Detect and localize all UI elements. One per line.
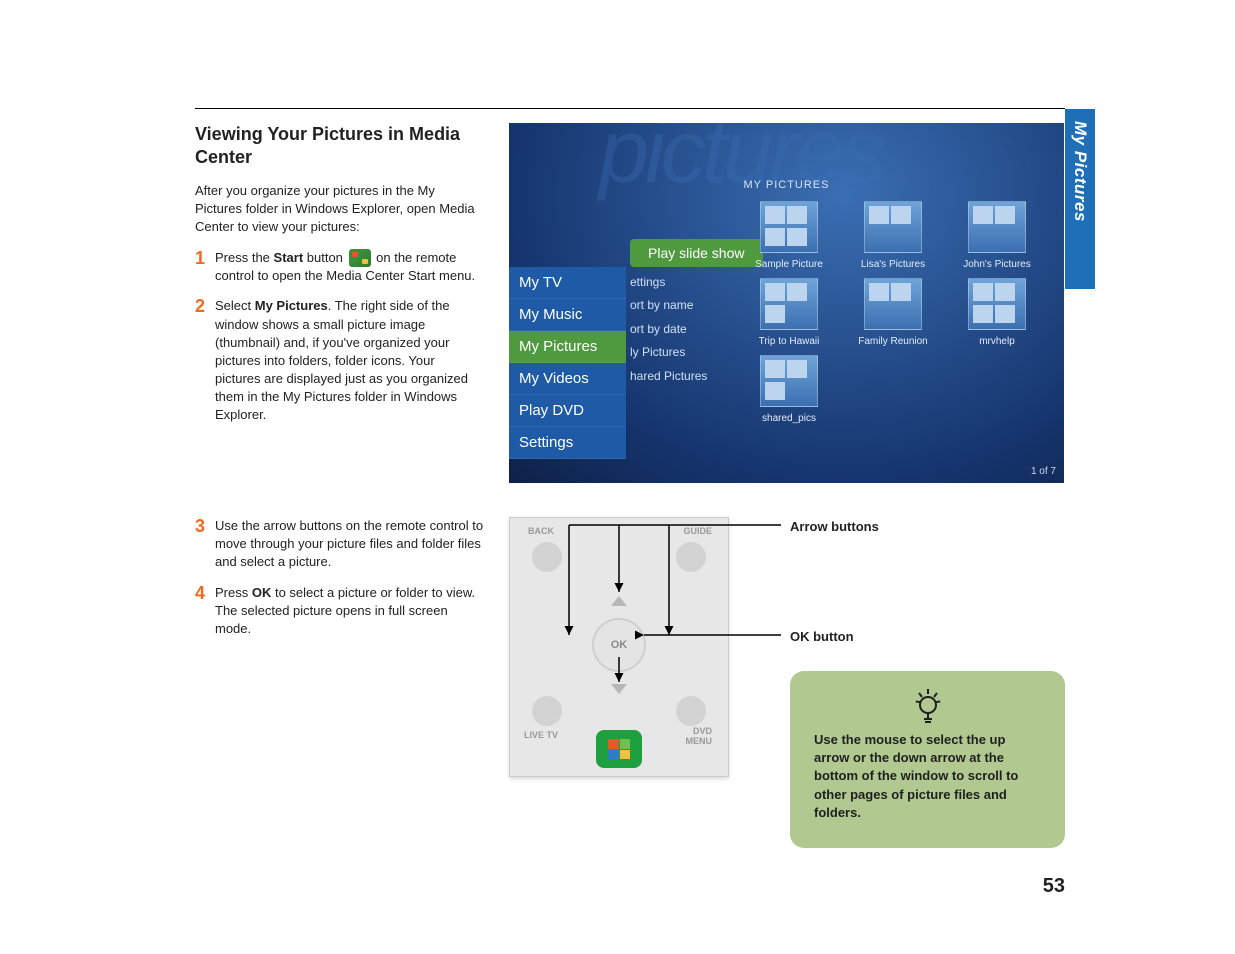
arrow-up-icon: [611, 596, 627, 606]
section-tab: My Pictures: [1065, 109, 1095, 289]
mc-nav-item: Play DVD: [509, 395, 626, 427]
windows-flag-icon: [608, 739, 630, 759]
media-center-screenshot: pictures MY PICTURES Play slide show ett…: [509, 123, 1064, 483]
mc-nav-item-active: My Pictures: [509, 331, 626, 363]
step-2: 2 Select My Pictures. The right side of …: [195, 297, 480, 424]
arrow-down-icon: [611, 684, 627, 694]
start-button-icon: [349, 249, 371, 267]
remote-dvdmenu-button: [676, 696, 706, 726]
remote-start-button: [596, 730, 642, 768]
callout-ok-button: OK button: [790, 629, 854, 644]
remote-ok-button: OK: [592, 618, 646, 672]
left-column-lower: 3 Use the arrow buttons on the remote co…: [195, 517, 485, 650]
mc-folder-item: Lisa's Pictures: [849, 201, 937, 270]
mc-page-counter: 1 of 7: [1031, 466, 1056, 477]
remote-livetv-label: LIVE TV: [524, 730, 558, 740]
mc-folder-item: John's Pictures: [953, 201, 1041, 270]
mc-nav-item: My TV: [509, 267, 626, 299]
arrow-left-icon: [555, 637, 571, 653]
mc-folder-item: Trip to Hawaii: [745, 278, 833, 347]
remote-back-label: BACK: [528, 526, 554, 536]
remote-dpad: OK: [549, 590, 689, 700]
page-content: My Pictures Viewing Your Pictures in Med…: [195, 108, 1065, 109]
remote-back-button: [532, 542, 562, 572]
remote-guide-button: [676, 542, 706, 572]
step-number: 3: [195, 514, 205, 539]
tip-box: Use the mouse to select the up arrow or …: [790, 671, 1065, 848]
callout-arrow-buttons: Arrow buttons: [790, 519, 879, 534]
step-number: 4: [195, 581, 205, 606]
page-number: 53: [1043, 875, 1065, 898]
step-3: 3 Use the arrow buttons on the remote co…: [195, 517, 485, 572]
lightbulb-icon: [912, 685, 944, 725]
mc-folder-item: Family Reunion: [849, 278, 937, 347]
mc-folder-item: Sample Picture: [745, 201, 833, 270]
mc-nav-item: Settings: [509, 427, 626, 459]
mc-header: MY PICTURES: [509, 179, 1064, 191]
step-number: 2: [195, 294, 205, 319]
section-title: Viewing Your Pictures in Media Center: [195, 123, 480, 168]
step-4: 4 Press OK to select a picture or folder…: [195, 584, 485, 639]
mc-nav-item: My Videos: [509, 363, 626, 395]
step-1: 1 Press the Start button on the remote c…: [195, 249, 480, 286]
left-column: Viewing Your Pictures in Media Center Af…: [195, 123, 480, 437]
mc-nav-item: My Music: [509, 299, 626, 331]
remote-livetv-button: [532, 696, 562, 726]
arrow-right-icon: [667, 637, 683, 653]
mc-play-slideshow: Play slide show: [630, 239, 763, 267]
mc-nav: My TV My Music My Pictures My Videos Pla…: [509, 267, 626, 459]
mc-submenu: ettings ort by name ort by date ly Pictu…: [630, 271, 707, 388]
intro-paragraph: After you organize your pictures in the …: [195, 182, 480, 237]
mc-background-word: pictures: [599, 123, 882, 204]
mc-thumbnail-grid: Sample Picture Lisa's Pictures John's Pi…: [745, 201, 1041, 424]
remote-dvdmenu-label: DVD MENU: [676, 726, 712, 746]
remote-control-diagram: BACK GUIDE OK LIVE TV DVD MENU: [509, 517, 729, 777]
mc-folder-item: mrvhelp: [953, 278, 1041, 347]
step-number: 1: [195, 246, 205, 271]
tip-text: Use the mouse to select the up arrow or …: [814, 732, 1018, 820]
mc-folder-item: shared_pics: [745, 355, 833, 424]
remote-guide-label: GUIDE: [683, 526, 712, 536]
